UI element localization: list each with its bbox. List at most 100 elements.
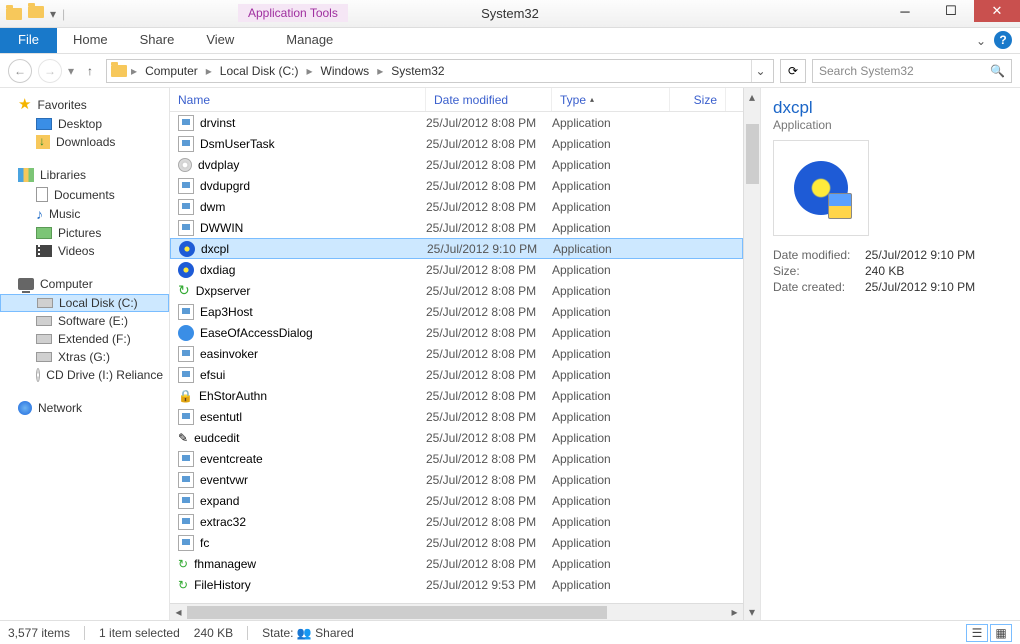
chevron-right-icon[interactable]: ▸ [204, 64, 214, 78]
address-bar[interactable]: ▸ Computer ▸ Local Disk (C:) ▸ Windows ▸… [106, 59, 774, 83]
tab-share[interactable]: Share [124, 28, 191, 53]
table-row[interactable]: Eap3Host25/Jul/2012 8:08 PMApplication [170, 301, 743, 322]
nav-item-extended-f[interactable]: Extended (F:) [0, 330, 169, 348]
up-button[interactable]: ↑ [80, 64, 100, 78]
recent-locations-dropdown[interactable]: ▾ [68, 64, 74, 78]
file-menu[interactable]: File [0, 28, 57, 53]
file-date: 25/Jul/2012 8:08 PM [426, 263, 552, 277]
nav-item-software-e[interactable]: Software (E:) [0, 312, 169, 330]
qat-dropdown-icon[interactable]: ▾ [50, 7, 56, 21]
breadcrumb[interactable]: System32 [387, 64, 448, 78]
minimize-button[interactable]: ─ [882, 0, 928, 22]
file-name: dxdiag [200, 263, 235, 277]
meta-label: Date modified: [773, 248, 865, 262]
table-row[interactable]: easinvoker25/Jul/2012 8:08 PMApplication [170, 343, 743, 364]
file-name: Dxpserver [196, 284, 251, 298]
breadcrumb[interactable]: Computer [141, 64, 202, 78]
nav-item-music[interactable]: ♪Music [0, 204, 169, 224]
network-group[interactable]: Network [0, 398, 169, 418]
chevron-right-icon[interactable]: ▸ [129, 64, 139, 78]
table-row[interactable]: ↻fhmanagew25/Jul/2012 8:08 PMApplication [170, 553, 743, 574]
column-name[interactable]: Name [170, 88, 426, 111]
libraries-icon [18, 168, 34, 182]
nav-item-xtras-g[interactable]: Xtras (G:) [0, 348, 169, 366]
table-row[interactable]: ↻FileHistory25/Jul/2012 9:53 PMApplicati… [170, 574, 743, 595]
desktop-icon [36, 118, 52, 130]
vertical-scrollbar[interactable]: ▴ ▾ [743, 88, 760, 620]
maximize-button[interactable]: ☐ [928, 0, 974, 22]
column-type[interactable]: Type▴ [552, 88, 670, 111]
table-row[interactable]: dwm25/Jul/2012 8:08 PMApplication [170, 196, 743, 217]
breadcrumb[interactable]: Windows [317, 64, 374, 78]
column-date[interactable]: Date modified [426, 88, 552, 111]
table-row[interactable]: ✎eudcedit25/Jul/2012 8:08 PMApplication [170, 427, 743, 448]
table-row[interactable]: dxcpl25/Jul/2012 9:10 PMApplication [170, 238, 743, 259]
table-row[interactable]: DWWIN25/Jul/2012 8:08 PMApplication [170, 217, 743, 238]
table-row[interactable]: esentutl25/Jul/2012 8:08 PMApplication [170, 406, 743, 427]
column-size[interactable]: Size [670, 88, 726, 111]
view-thumbnails-button[interactable]: ▦ [990, 624, 1012, 642]
scroll-down-icon[interactable]: ▾ [744, 603, 760, 620]
nav-item-downloads[interactable]: Downloads [0, 133, 169, 151]
nav-item-label: Videos [58, 244, 94, 258]
back-button[interactable]: ← [8, 59, 32, 83]
ribbon-collapse-icon[interactable]: ⌄ [976, 34, 986, 48]
table-row[interactable]: fc25/Jul/2012 8:08 PMApplication [170, 532, 743, 553]
close-button[interactable]: ✕ [974, 0, 1020, 22]
help-icon[interactable]: ? [994, 31, 1012, 49]
refresh-icon: ↻ [178, 282, 190, 299]
file-type: Application [552, 494, 670, 508]
videos-icon [36, 245, 52, 257]
nav-item-desktop[interactable]: Desktop [0, 115, 169, 133]
nav-item-pictures[interactable]: Pictures [0, 224, 169, 242]
scroll-thumb[interactable] [187, 606, 607, 619]
favorites-group[interactable]: ★Favorites [0, 94, 169, 115]
qat-new-folder-icon[interactable] [28, 6, 44, 22]
scroll-thumb[interactable] [746, 124, 759, 184]
file-type: Application [552, 389, 670, 403]
table-row[interactable]: 🔒EhStorAuthn25/Jul/2012 8:08 PMApplicati… [170, 385, 743, 406]
table-row[interactable]: efsui25/Jul/2012 8:08 PMApplication [170, 364, 743, 385]
nav-item-cd-drive-i[interactable]: CD Drive (I:) Reliance [0, 366, 169, 384]
table-row[interactable]: eventcreate25/Jul/2012 8:08 PMApplicatio… [170, 448, 743, 469]
forward-button[interactable]: → [38, 59, 62, 83]
tab-home[interactable]: Home [57, 28, 124, 53]
chevron-right-icon[interactable]: ▸ [304, 64, 314, 78]
tab-view[interactable]: View [190, 28, 250, 53]
table-row[interactable]: eventvwr25/Jul/2012 8:08 PMApplication [170, 469, 743, 490]
scroll-track[interactable] [187, 604, 726, 620]
tab-manage[interactable]: Manage [270, 28, 349, 53]
nav-item-label: Extended (F:) [58, 332, 131, 346]
table-row[interactable]: EaseOfAccessDialog25/Jul/2012 8:08 PMApp… [170, 322, 743, 343]
file-type: Application [552, 347, 670, 361]
table-row[interactable]: drvinst25/Jul/2012 8:08 PMApplication [170, 112, 743, 133]
scroll-left-icon[interactable]: ◂ [170, 605, 187, 619]
chevron-right-icon[interactable]: ▸ [375, 64, 385, 78]
nav-item-documents[interactable]: Documents [0, 185, 169, 204]
table-row[interactable]: dvdplay25/Jul/2012 8:08 PMApplication [170, 154, 743, 175]
nav-item-local-disk-c[interactable]: Local Disk (C:) [0, 294, 169, 312]
application-icon [178, 304, 194, 320]
table-row[interactable]: expand25/Jul/2012 8:08 PMApplication [170, 490, 743, 511]
refresh-button[interactable]: ⟳ [780, 59, 806, 83]
scroll-right-icon[interactable]: ▸ [726, 605, 743, 619]
horizontal-scrollbar[interactable]: ◂ ▸ [170, 603, 743, 620]
drive-icon [36, 334, 52, 344]
computer-group[interactable]: Computer [0, 274, 169, 294]
scroll-up-icon[interactable]: ▴ [744, 88, 760, 105]
table-row[interactable]: ↻Dxpserver25/Jul/2012 8:08 PMApplication [170, 280, 743, 301]
event-viewer-icon [178, 472, 194, 488]
table-row[interactable]: extrac3225/Jul/2012 8:08 PMApplication [170, 511, 743, 532]
search-input[interactable]: Search System32 🔍 [812, 59, 1012, 83]
breadcrumb[interactable]: Local Disk (C:) [216, 64, 303, 78]
table-row[interactable]: dvdupgrd25/Jul/2012 8:08 PMApplication [170, 175, 743, 196]
nav-item-videos[interactable]: Videos [0, 242, 169, 260]
table-row[interactable]: DsmUserTask25/Jul/2012 8:08 PMApplicatio… [170, 133, 743, 154]
table-row[interactable]: dxdiag25/Jul/2012 8:08 PMApplication [170, 259, 743, 280]
contextual-tab-label[interactable]: Application Tools [238, 4, 348, 22]
view-details-button[interactable]: ☰ [966, 624, 988, 642]
libraries-group[interactable]: Libraries [0, 165, 169, 185]
file-type: Application [552, 221, 670, 235]
file-rows[interactable]: drvinst25/Jul/2012 8:08 PMApplicationDsm… [170, 112, 743, 603]
address-dropdown-icon[interactable]: ⌄ [751, 60, 769, 82]
